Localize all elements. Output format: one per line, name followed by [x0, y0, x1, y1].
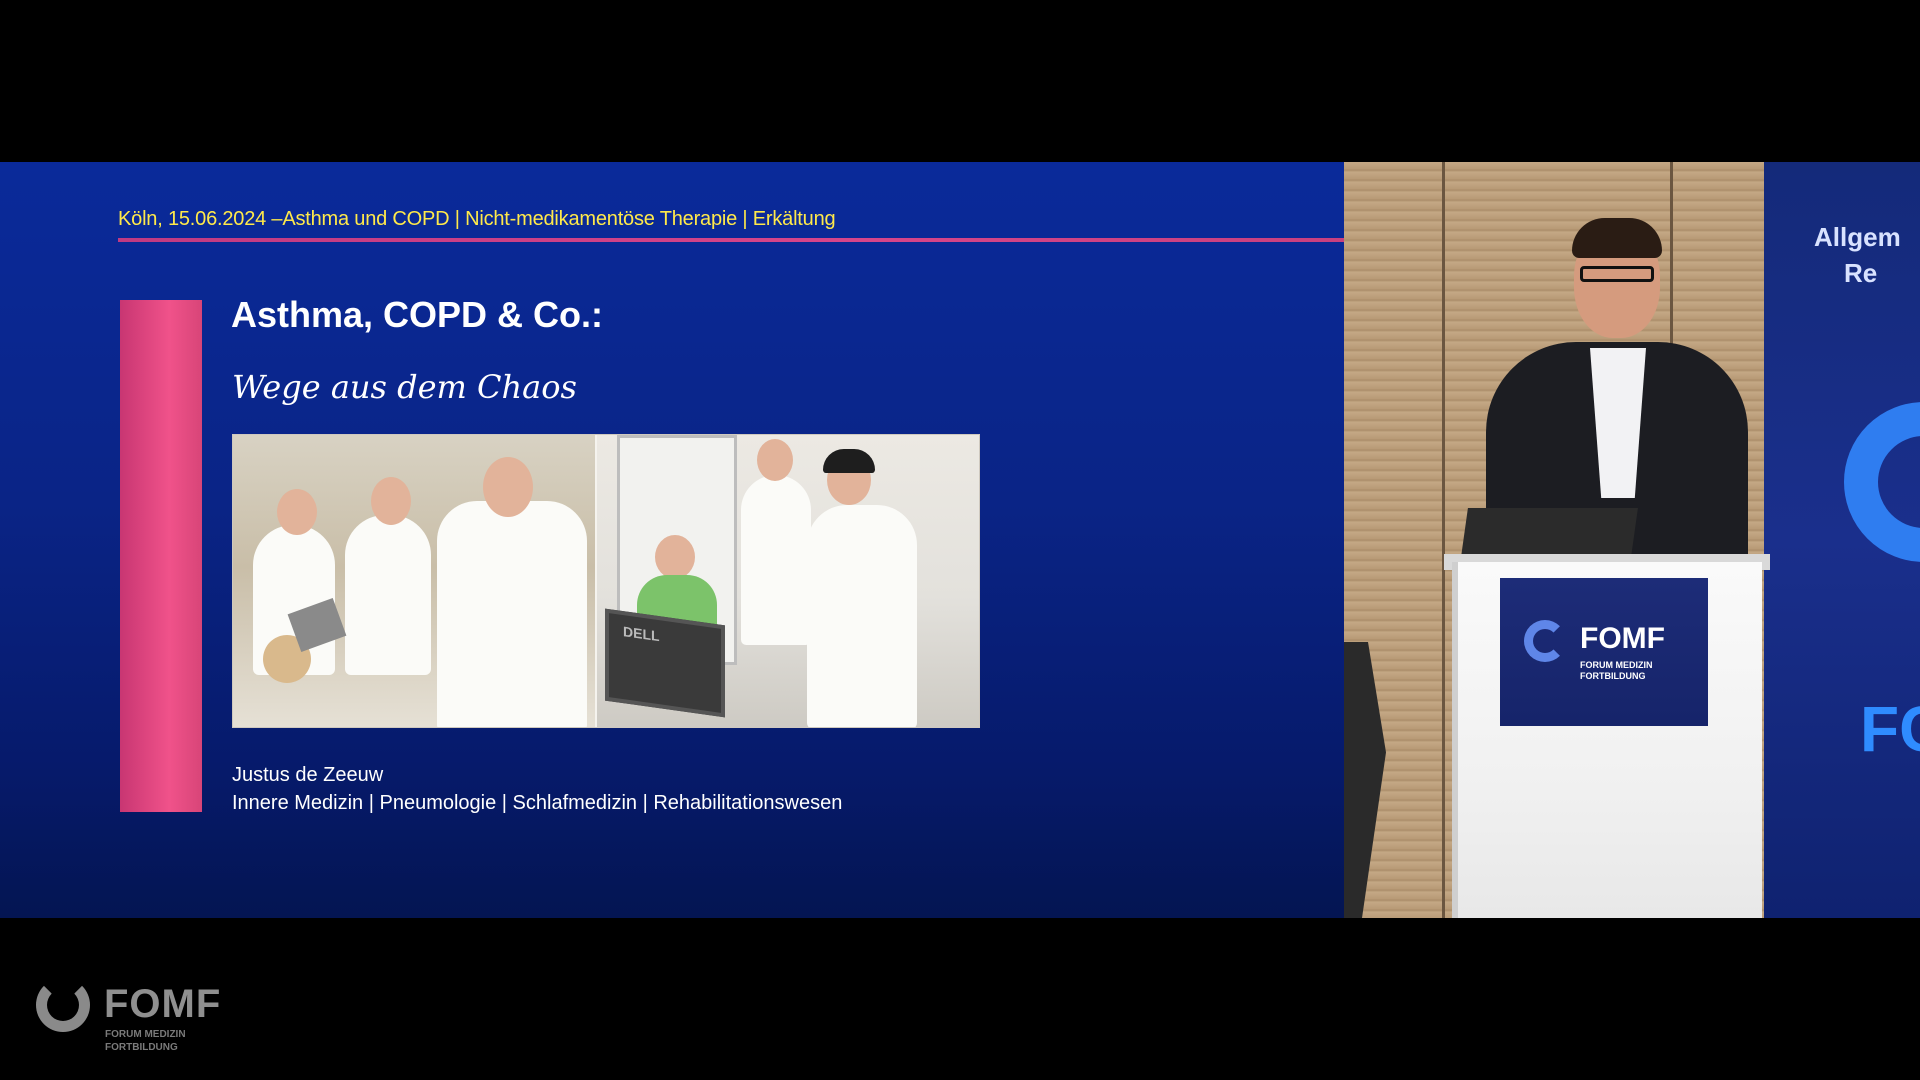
monitor-brand: DELL — [623, 623, 660, 645]
slide-photo: DELL — [232, 434, 980, 728]
fomf-watermark: FOMF FORUM MEDIZIN FORTBILDUNG — [36, 974, 236, 1054]
banner-logo-icon — [1844, 402, 1920, 562]
slide-subtitle: Wege aus dem Chaos — [232, 368, 577, 406]
speaker-camera: Allgem Re FC FOMF FORUM MEDIZIN FORTBILD… — [1344, 162, 1920, 918]
lectern-logo: FOMF FORUM MEDIZIN FORTBILDUNG — [1500, 578, 1708, 726]
watermark-name: FOMF — [104, 982, 222, 1026]
presentation-slide: Köln, 15.06.2024 –Asthma und COPD | Nich… — [0, 162, 1344, 918]
fomf-logo-icon — [36, 978, 90, 1032]
slide-header-rule — [118, 238, 1344, 242]
slide-accent-bar — [120, 300, 202, 812]
video-frame: Köln, 15.06.2024 –Asthma und COPD | Nich… — [0, 162, 1920, 918]
fomf-logo-icon — [1524, 620, 1566, 662]
watermark-sub: FORUM MEDIZIN FORTBILDUNG — [105, 1029, 186, 1053]
photo-lung-function-test: DELL — [595, 435, 979, 727]
photo-doctors-consultation — [233, 435, 595, 727]
monitor: DELL — [605, 608, 725, 718]
presenter-specialties: Innere Medizin | Pneumologie | Schlafmed… — [232, 792, 843, 814]
event-banner: Allgem Re FC — [1764, 162, 1920, 918]
banner-text-2: Re — [1844, 258, 1878, 288]
slide-title: Asthma, COPD & Co.: — [231, 294, 604, 335]
glasses-icon — [1580, 266, 1654, 282]
screen-stand — [1344, 642, 1386, 918]
lectern-logo-sub: FORUM MEDIZIN FORTBILDUNG — [1580, 660, 1653, 681]
lectern-logo-name: FOMF — [1580, 622, 1665, 655]
banner-text: Allgem — [1814, 222, 1901, 252]
slide-header: Köln, 15.06.2024 –Asthma und COPD | Nich… — [118, 208, 836, 230]
presenter-name: Justus de Zeeuw — [232, 764, 384, 786]
banner-big-text: FC — [1860, 693, 1920, 765]
